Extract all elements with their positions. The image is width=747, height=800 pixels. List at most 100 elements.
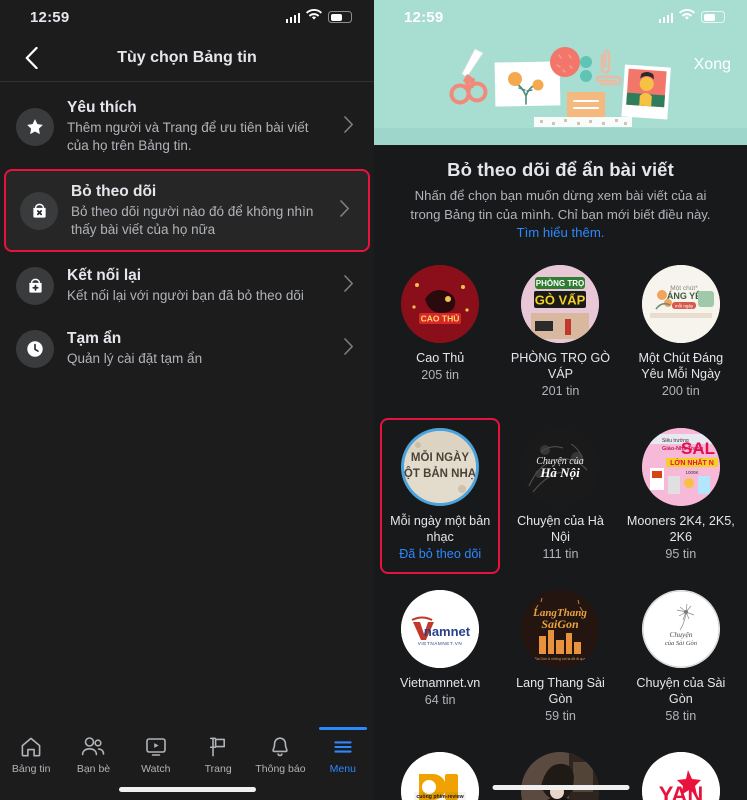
page-cell[interactable]: namnet VIETNAMNET.VN Vietnamnet.vn 64 tin	[380, 580, 500, 736]
right-phone-screen: 12:59 Xong Bỏ theo dõi để ẩn bài viết Nh…	[374, 0, 747, 800]
page-cell[interactable]: LangThang SaiGon Sài Gòn & những nơi ta đã…	[500, 580, 620, 736]
page-cell-selected[interactable]: MỖI NGÀY ỘT BẢN NHẠ Mỗi ngày một bản nhạc…	[380, 417, 501, 574]
intro-subtitle: Nhấn để chọn bạn muốn dừng xem bài viết …	[390, 187, 731, 243]
avatar-wrap: Chuyện của Hà Nội	[521, 427, 600, 506]
page-unfollow-status: Đã bỏ theo dõi	[399, 546, 482, 561]
avatar: Chuyện của Sài Gòn	[641, 589, 720, 668]
chevron-right-icon	[340, 199, 356, 222]
learn-more-link[interactable]: Tìm hiểu thêm.	[517, 225, 605, 240]
page-count: 201 tin	[541, 384, 580, 399]
svg-text:YAN: YAN	[659, 782, 703, 800]
page-cell[interactable]: cuồng phim-review Cuồng phim-Review 58 t…	[380, 742, 500, 800]
feed-preferences-list: Yêu thích Thêm người và Trang để ưu tiên…	[0, 82, 374, 380]
page-cell[interactable]: Chuyện của Sài Gòn Chuyện của Sài Gòn 58 …	[621, 580, 741, 736]
avatar: Siêu trường Giáo-Nhà Trang SAL LỚN NHẤT N 10…	[641, 427, 720, 506]
intro-section: Bỏ theo dõi để ẩn bài viết Nhấn để chọn …	[374, 145, 747, 255]
svg-text:Sài Gòn & những nơi ta đã đi q: Sài Gòn & những nơi ta đã đi qua	[535, 657, 586, 661]
svg-text:SaiGon: SaiGon	[542, 617, 580, 631]
page-count: 111 tin	[542, 546, 579, 561]
page-header: Tùy chọn Bảng tin	[0, 34, 374, 82]
intro-subtitle-text: Nhấn để chọn bạn muốn dừng xem bài viết …	[410, 188, 711, 222]
nav-tab-label: Bảng tin	[11, 763, 51, 775]
avatar: cuồng phim-review	[401, 752, 480, 800]
page-name: Chuyện của Hà Nội	[517, 513, 604, 544]
avatar-wrap: CAO THỦ	[401, 265, 480, 344]
page-count: 64 tin	[424, 692, 456, 707]
nav-tab-pages[interactable]: Trang	[187, 727, 249, 781]
nav-tab-watch[interactable]: Watch	[125, 727, 187, 781]
unfollow-bag-icon	[20, 191, 58, 230]
home-indicator	[492, 785, 629, 790]
list-item-title: Kết nối lại	[67, 267, 142, 285]
battery-icon	[701, 11, 725, 23]
star-icon	[16, 107, 54, 146]
avatar-wrap: Chuyện của Sài Gòn	[641, 589, 720, 668]
list-item-desc: Thêm người và Trang để ưu tiên bài viết …	[67, 120, 309, 154]
svg-text:VIETNAMNET.VN: VIETNAMNET.VN	[418, 641, 463, 646]
svg-text:của Sài Gòn: của Sài Gòn	[665, 640, 697, 647]
svg-text:namnet: namnet	[424, 624, 471, 639]
nav-tab-label: Bạn bè	[76, 763, 111, 775]
chevron-right-icon	[344, 337, 360, 360]
avatar: YAN	[641, 752, 720, 800]
svg-text:mỗi ngày: mỗi ngày	[675, 303, 694, 309]
page-cell[interactable]: Một chút* ĐÁNG YÊU mỗi ngày Một Chút Đáng …	[621, 255, 741, 411]
avatar-wrap: PHÒNG TRỌ GÒ VẤP	[521, 265, 600, 344]
nav-tab-label: Trang	[204, 763, 232, 775]
back-button[interactable]	[14, 41, 48, 75]
page-count: 95 tin	[665, 546, 697, 561]
chevron-right-icon	[344, 115, 360, 138]
avatar-wrap: YAN	[641, 752, 720, 800]
avatar: PHÒNG TRỌ GÒ VẤP	[521, 265, 600, 344]
page-count: 205 tin	[421, 368, 460, 383]
page-name: Lang Thang Sài Gòn	[516, 675, 605, 706]
page-name: Cao Thủ	[416, 351, 465, 366]
avatar: CAO THỦ	[401, 265, 480, 344]
page-cell[interactable]: Trang Trangg 52 tin	[500, 742, 620, 800]
page-name: Mooners 2K4, 2K5, 2K6	[626, 513, 735, 544]
chevron-right-icon	[344, 274, 360, 297]
status-bar-icons	[658, 8, 725, 26]
list-item-text: Kết nối lại Kết nối lại với người bạn đã…	[67, 266, 331, 305]
page-cell[interactable]: Chuyện của Hà Nội Chuyện của Hà Nội 111 t…	[500, 418, 620, 574]
nav-tab-feed[interactable]: Bảng tin	[0, 727, 62, 781]
nav-tab-notifications[interactable]: Thông báo	[249, 727, 311, 781]
done-button[interactable]: Xong	[694, 56, 731, 74]
list-item-unfollow[interactable]: Bỏ theo dõi Bỏ theo dõi người nào đó để …	[4, 169, 370, 253]
avatar: Một chút* ĐÁNG YÊU mỗi ngày	[641, 265, 720, 344]
nav-tab-label: Watch	[141, 763, 171, 775]
wifi-icon	[679, 8, 695, 26]
avatar-wrap: cuồng phim-review	[401, 752, 480, 800]
page-cell[interactable]: PHÒNG TRỌ GÒ VẤP PHÒNG TRỌ GÒ VÁP 201 tin	[500, 255, 620, 411]
avatar-wrap	[521, 752, 600, 800]
nav-tab-friends[interactable]: Bạn bè	[62, 727, 124, 781]
svg-text:cuồng phim-review: cuồng phim-review	[417, 794, 465, 800]
page-cell[interactable]: CAO THỦ Cao Thủ 205 tin	[380, 255, 500, 411]
svg-text:Chuyện: Chuyện	[669, 630, 692, 639]
page-cell[interactable]: Siêu trường Giáo-Nhà Trang SAL LỚN NHẤT N 10…	[621, 418, 741, 574]
wifi-icon	[306, 8, 322, 26]
svg-text:MỖI NGÀY: MỖI NGÀY	[411, 451, 469, 464]
list-item-snooze[interactable]: Tạm ẩn Quản lý cài đặt tạm ẩn	[0, 317, 374, 380]
nav-tab-label: Thông báo	[255, 763, 306, 775]
svg-text:GÒ VẤP: GÒ VẤP	[535, 293, 586, 308]
status-bar-time: 12:59	[30, 8, 70, 26]
polaroid-photo	[621, 64, 671, 120]
reconnect-bag-icon	[16, 266, 54, 305]
avatar	[521, 752, 600, 800]
nav-tab-menu[interactable]: Menu	[312, 727, 374, 781]
status-bar-icons	[285, 8, 352, 26]
list-item-text: Yêu thích Thêm người và Trang để ưu tiên…	[67, 98, 331, 155]
list-item-text: Tạm ẩn Quản lý cài đặt tạm ẩn	[67, 329, 331, 368]
page-cell[interactable]: YAN YAN News 51 tin	[621, 742, 741, 800]
hero-banner: 12:59 Xong	[374, 0, 747, 145]
svg-text:1000K: 1000K	[685, 470, 698, 475]
avatar-wrap: Siêu trường Giáo-Nhà Trang SAL LỚN NHẤT N 10…	[641, 427, 720, 506]
status-bar-time: 12:59	[404, 8, 444, 26]
page-count: 59 tin	[545, 709, 576, 724]
list-item-reconnect[interactable]: Kết nối lại Kết nối lại với người bạn đã…	[0, 254, 374, 317]
home-indicator	[118, 787, 256, 792]
page-count: 58 tin	[665, 709, 697, 724]
pages-grid: CAO THỦ Cao Thủ 205 tin PHÒNG TRỌ GÒ VẤP …	[374, 255, 747, 800]
list-item-favorites[interactable]: Yêu thích Thêm người và Trang để ưu tiên…	[0, 86, 374, 167]
